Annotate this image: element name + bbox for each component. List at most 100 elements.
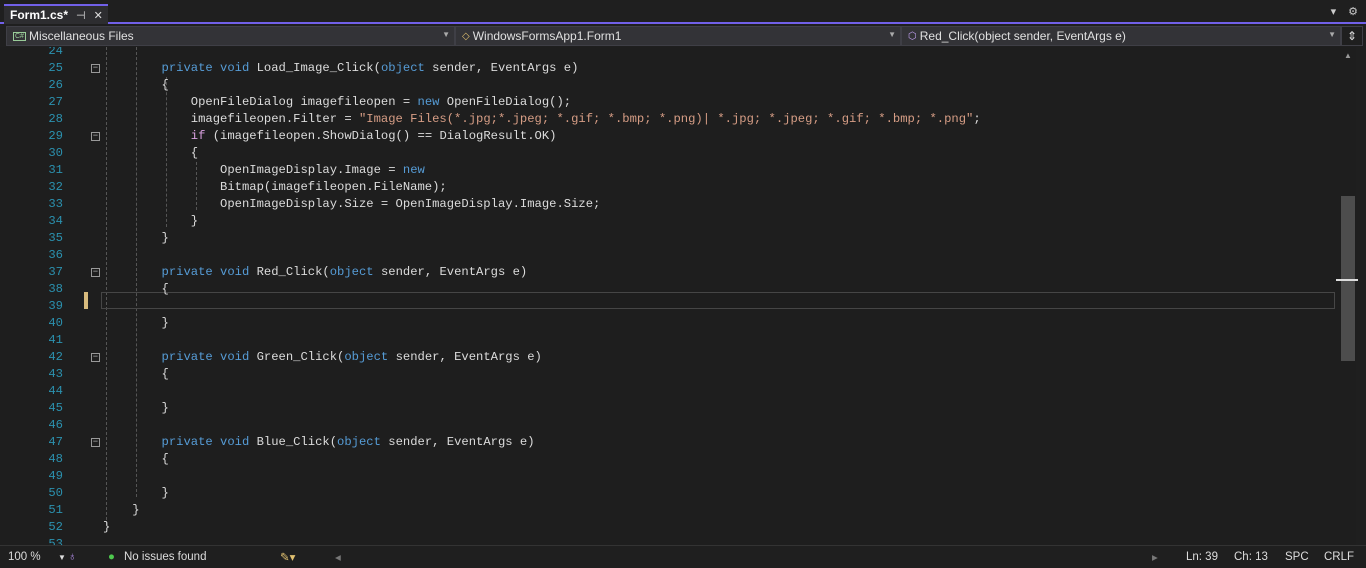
code-line[interactable]: 44 [0,383,1340,400]
tab-form1[interactable]: Form1.cs* ⊣ ✕ [4,4,108,24]
code-line[interactable]: 37 − private void Red_Click(object sender… [0,264,1340,281]
code-line[interactable]: 30 { [0,145,1340,162]
line-number: 44 [48,384,63,398]
code-token: { [103,78,169,92]
code-line[interactable]: 24 [0,47,1340,60]
code-line[interactable]: 38 { [0,281,1340,298]
line-number: 53 [48,537,63,545]
check-icon: ● [108,551,115,563]
code-line[interactable]: 35 } [0,230,1340,247]
code-line[interactable]: 34 } [0,213,1340,230]
class-icon: ◇ [462,30,470,42]
fold-toggle-icon[interactable]: − [91,268,100,277]
csharp-icon: C# [13,31,26,41]
copilot-icon[interactable]: ♁ [68,551,77,563]
code-token: OpenFileDialog imagefileopen = [103,95,418,109]
code-line[interactable]: 43 { [0,366,1340,383]
code-text: } [103,230,169,247]
code-token: private void [161,350,257,364]
code-token: Blue_Click( [256,435,338,449]
code-line[interactable]: 50 } [0,485,1340,502]
project-dropdown[interactable]: C# Miscellaneous Files ▼ [6,26,455,46]
code-token: Load_Image_Click( [256,61,381,75]
pin-icon[interactable]: ⊣ [76,9,86,22]
code-line[interactable]: 26 { [0,77,1340,94]
class-dropdown[interactable]: ◇ WindowsFormsApp1.Form1 ▼ [455,26,901,46]
code-token: object [329,265,374,279]
code-token: Red_Click( [256,265,330,279]
line-number: 29 [48,129,63,143]
code-token: new [402,163,425,177]
code-cleanup-icon[interactable]: ✎▾ [280,550,295,564]
code-line[interactable]: 25 − private void Load_Image_Click(object… [0,60,1340,77]
member-label: Red_Click(object sender, EventArgs e) [919,29,1126,43]
code-line[interactable]: 41 [0,332,1340,349]
caret-position-marker [1336,279,1358,281]
code-token: sender, EventArgs e) [373,265,528,279]
code-token: ; [973,112,981,126]
code-editor[interactable]: 24 25 − private void Load_Image_Click(obje… [0,47,1340,545]
line-number: 26 [48,78,63,92]
fold-toggle-icon[interactable]: − [91,64,100,73]
line-number: 41 [48,333,63,347]
code-line[interactable]: 51 } [0,502,1340,519]
line-number: 32 [48,180,63,194]
code-token: } [103,214,199,228]
line-number: 28 [48,112,63,126]
code-text: { [103,77,169,94]
code-token: } [103,503,140,517]
code-token: if [190,129,206,143]
code-line[interactable]: 27 OpenFileDialog imagefileopen = new Op… [0,94,1340,111]
code-token: Bitmap(imagefileopen.FileName); [103,180,447,194]
member-dropdown[interactable]: ⬡ Red_Click(object sender, EventArgs e) ▼ [901,26,1341,46]
code-token: } [103,520,111,534]
whitespace-mode[interactable]: SPC [1285,551,1309,563]
code-line[interactable]: 39 [0,298,1340,315]
fold-toggle-icon[interactable]: − [91,438,100,447]
code-token: imagefileopen.Filter = [103,112,359,126]
settings-icon[interactable]: ⚙ [1348,5,1358,18]
code-text: } [103,400,169,417]
scroll-up-icon[interactable]: ▲ [1340,51,1356,60]
code-token: private void [161,265,257,279]
line-number: 24 [48,47,63,58]
code-line[interactable]: 47 − private void Blue_Click(object sende… [0,434,1340,451]
split-editor-button[interactable]: ⇕ [1341,26,1363,46]
fold-toggle-icon[interactable]: − [91,353,100,362]
chevron-down-icon[interactable]: ▼ [58,553,66,562]
line-number: 35 [48,231,63,245]
code-line[interactable]: 32 Bitmap(imagefileopen.FileName); [0,179,1340,196]
code-line[interactable]: 49 [0,468,1340,485]
issues-status[interactable]: No issues found [124,551,206,563]
code-line[interactable]: 28 imagefileopen.Filter = "Image Files(*… [0,111,1340,128]
code-text: { [103,281,169,298]
code-token: } [103,486,169,500]
line-number[interactable]: Ln: 39 [1186,551,1218,563]
code-line[interactable]: 33 OpenImageDisplay.Size = OpenImageDisp… [0,196,1340,213]
line-number: 42 [48,350,63,364]
code-line[interactable]: 40 } [0,315,1340,332]
close-icon[interactable]: ✕ [94,9,103,22]
code-line[interactable]: 53 [0,536,1340,545]
line-ending[interactable]: CRLF [1324,551,1354,563]
code-line[interactable]: 36 [0,247,1340,264]
line-number: 34 [48,214,63,228]
code-line[interactable]: 52} [0,519,1340,536]
column-number[interactable]: Ch: 13 [1234,551,1268,563]
zoom-level[interactable]: 100 % [8,551,41,563]
tab-list-dropdown-icon[interactable]: ▾ [1331,5,1337,18]
navigation-bar: C# Miscellaneous Files ▼ ◇ WindowsFormsAp… [0,26,1366,47]
code-line[interactable]: 45 } [0,400,1340,417]
scroll-left-icon[interactable]: ◂ [335,550,341,564]
code-line[interactable]: 29 − if (imagefileopen.ShowDialog() == Di… [0,128,1340,145]
code-line[interactable]: 42 − private void Green_Click(object send… [0,349,1340,366]
code-line[interactable]: 46 [0,417,1340,434]
code-line[interactable]: 48 { [0,451,1340,468]
fold-toggle-icon[interactable]: − [91,132,100,141]
code-token: } [103,316,169,330]
code-line[interactable]: 31 OpenImageDisplay.Image = new [0,162,1340,179]
code-token: { [103,282,169,296]
scroll-right-icon[interactable]: ▸ [1152,550,1158,564]
code-text: private void Blue_Click(object sender, E… [103,434,535,451]
